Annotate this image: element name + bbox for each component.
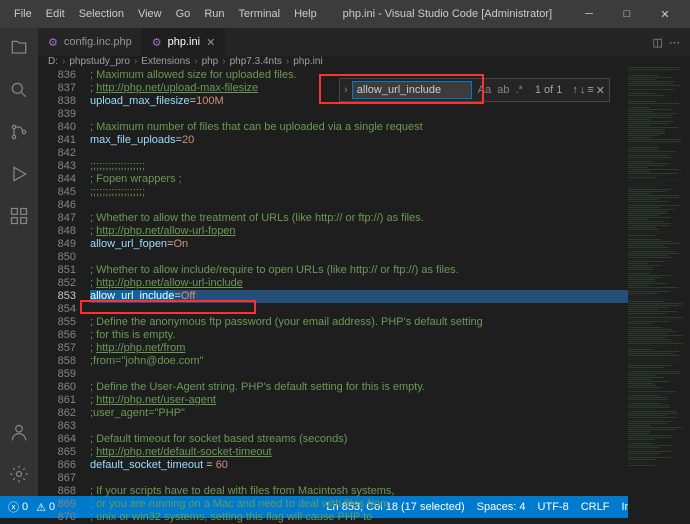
extensions-icon[interactable] [7,204,31,228]
file-icon: ⚙ [152,36,162,49]
find-result-count: 1 of 1 [535,84,563,96]
search-icon[interactable] [7,78,31,102]
tab-config-inc-php[interactable]: ⚙config.inc.php [38,28,142,56]
breadcrumb-item[interactable]: Extensions [141,56,190,67]
breadcrumb-item[interactable]: D: [48,56,58,67]
maximize-button[interactable]: □ [610,4,644,25]
file-icon: ⚙ [48,36,58,49]
activity-bar [0,28,38,496]
minimap[interactable] [628,67,690,524]
run-debug-icon[interactable] [7,162,31,186]
window-title: php.ini - Visual Studio Code [Administra… [323,8,572,20]
find-selection-icon[interactable]: ≡ [587,84,593,97]
tab-php-ini[interactable]: ⚙php.ini✕ [142,28,226,56]
menu-run[interactable]: Run [198,4,230,24]
line-numbers: 8368378388398408418428438448458468478488… [38,67,90,524]
split-editor-icon[interactable]: ◫ [652,37,662,49]
menu-terminal[interactable]: Terminal [233,4,287,24]
regex-icon[interactable]: .* [513,82,524,98]
match-case-icon[interactable]: Aa [476,82,493,98]
menu-edit[interactable]: Edit [40,4,71,24]
breadcrumb-item[interactable]: php [202,56,219,67]
explorer-icon[interactable] [7,36,31,60]
breadcrumb[interactable]: D:›phpstudy_pro›Extensions›php›php7.3.4n… [38,56,690,67]
source-control-icon[interactable] [7,120,31,144]
more-actions-icon[interactable]: ⋯ [669,37,680,49]
menu-file[interactable]: File [8,4,38,24]
find-input[interactable] [352,81,472,99]
settings-icon[interactable] [7,462,31,486]
close-icon[interactable]: ✕ [206,36,215,49]
find-close-icon[interactable]: ✕ [596,84,605,97]
match-word-icon[interactable]: ab [495,82,511,98]
accounts-icon[interactable] [7,420,31,444]
find-expand-icon[interactable]: › [344,84,348,96]
menu-help[interactable]: Help [288,4,323,24]
menu-bar: FileEditSelectionViewGoRunTerminalHelp [8,4,323,24]
titlebar: FileEditSelectionViewGoRunTerminalHelp p… [0,0,690,28]
menu-selection[interactable]: Selection [73,4,130,24]
errors-icon[interactable]: ⓧ 0 [8,499,28,515]
find-widget: › Aa ab .* 1 of 1 ↑ ↓ ≡ ✕ [339,78,610,102]
breadcrumb-item[interactable]: php.ini [293,56,322,67]
find-next-icon[interactable]: ↓ [580,84,586,97]
minimize-button[interactable]: ─ [572,4,606,25]
find-prev-icon[interactable]: ↑ [572,84,578,97]
menu-go[interactable]: Go [170,4,197,24]
code-area[interactable]: ; Maximum allowed size for uploaded file… [90,67,628,524]
editor[interactable]: 8368378388398408418428438448458468478488… [38,67,690,524]
menu-view[interactable]: View [132,4,168,24]
breadcrumb-item[interactable]: php7.3.4nts [230,56,282,67]
close-button[interactable]: ✕ [648,4,682,25]
tab-bar: ⚙config.inc.php⚙php.ini✕ ◫ ⋯ [38,28,690,56]
breadcrumb-item[interactable]: phpstudy_pro [69,56,130,67]
window-controls: ─ □ ✕ [572,4,682,25]
